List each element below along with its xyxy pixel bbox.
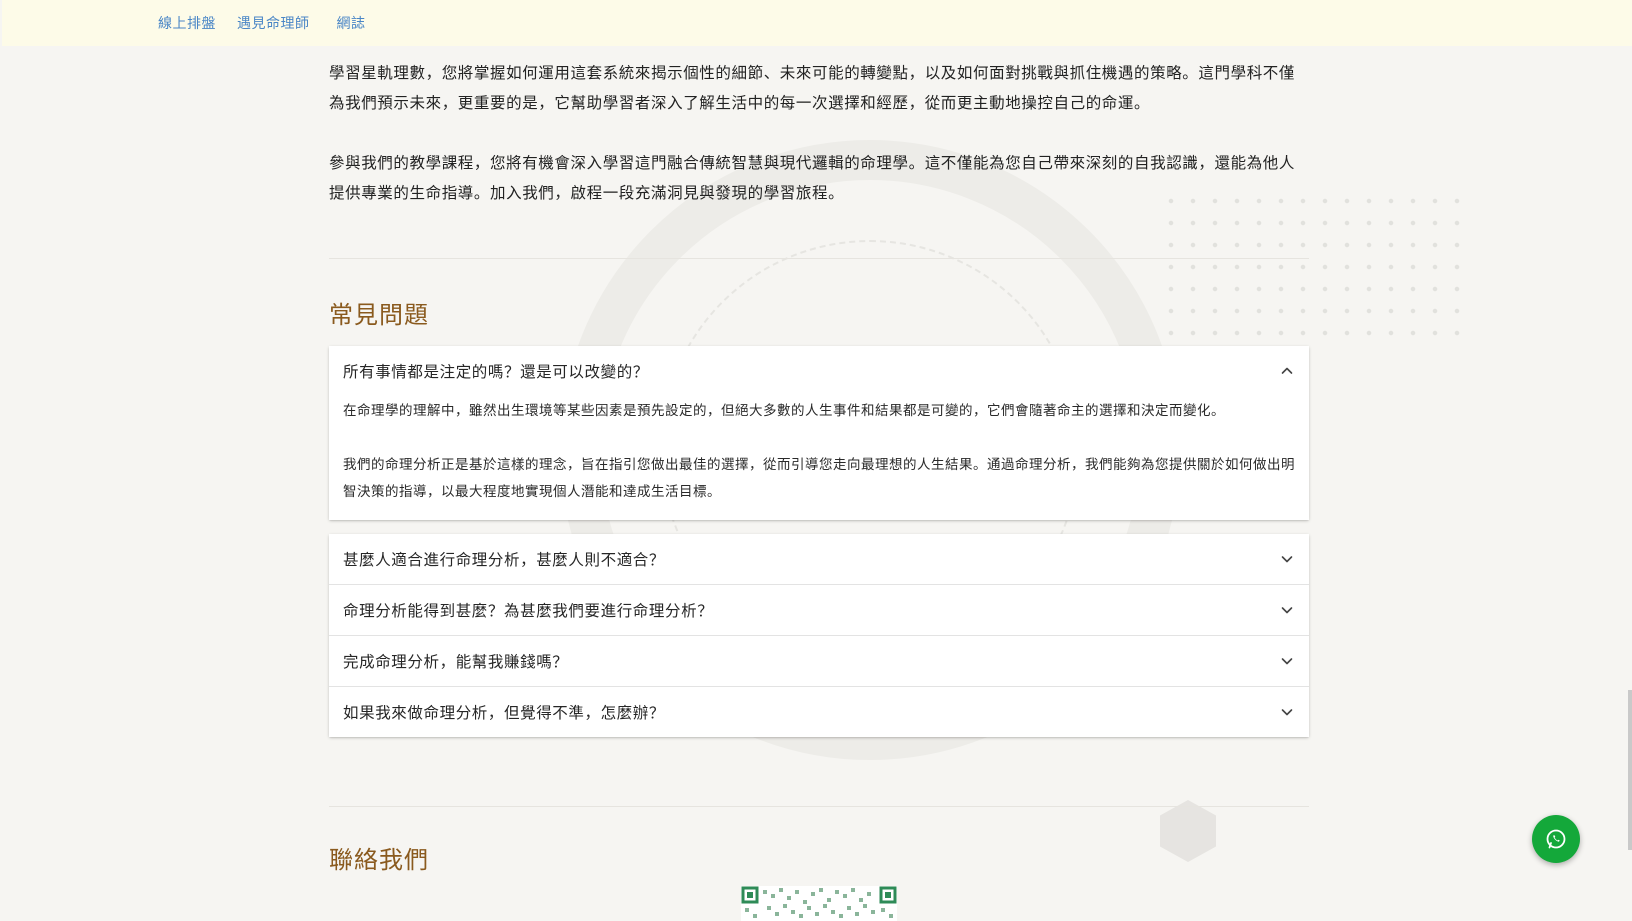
faq-question-1-header[interactable]: 所有事情都是注定的嗎？還是可以改變的？ bbox=[329, 346, 1309, 396]
qr-code-icon bbox=[741, 886, 897, 921]
faq-item-1: 所有事情都是注定的嗎？還是可以改變的？ 在命理學的理解中，雖然出生環境等某些因素… bbox=[329, 346, 1309, 520]
nav-link-meet-master[interactable]: 遇見命理師 bbox=[237, 13, 310, 33]
nav-link-online-chart[interactable]: 線上排盤 bbox=[158, 13, 216, 33]
faq-item-2: 甚麼人適合進行命理分析，甚麼人則不適合？ bbox=[329, 534, 1309, 585]
section-divider-2 bbox=[329, 806, 1309, 807]
chevron-down-icon bbox=[1281, 709, 1293, 716]
top-navigation: 線上排盤 遇見命理師 網誌 bbox=[2, 0, 1632, 46]
nav-link-blog[interactable]: 網誌 bbox=[337, 13, 366, 33]
faq-question-5-header[interactable]: 如果我來做命理分析，但覺得不準，怎麼辦？ bbox=[329, 687, 1309, 737]
intro-paragraph-1: 學習星軌理數，您將掌握如何運用這套系統來揭示個性的細節、未來可能的轉變點，以及如… bbox=[329, 64, 1296, 112]
background-hexagon-decoration bbox=[1160, 800, 1216, 862]
main-content: 學習星軌理數，您將掌握如何運用這套系統來揭示個性的細節、未來可能的轉變點，以及如… bbox=[329, 58, 1309, 737]
faq-question-3: 命理分析能得到甚麼？為甚麼我們要進行命理分析？ bbox=[343, 602, 714, 620]
chevron-down-icon bbox=[1281, 607, 1293, 614]
faq-question-2: 甚麼人適合進行命理分析，甚麼人則不適合？ bbox=[343, 551, 666, 569]
faq-answer-1-paragraph-1: 在命理學的理解中，雖然出生環境等某些因素是預先設定的，但絕大多數的人生事件和結果… bbox=[343, 403, 1225, 419]
chevron-down-icon bbox=[1281, 658, 1293, 665]
faq-title: 常見問題 bbox=[329, 301, 429, 329]
section-divider bbox=[329, 258, 1309, 259]
faq-item-3: 命理分析能得到甚麼？為甚麼我們要進行命理分析？ bbox=[329, 585, 1309, 636]
faq-question-2-header[interactable]: 甚麼人適合進行命理分析，甚麼人則不適合？ bbox=[329, 534, 1309, 584]
chevron-up-icon bbox=[1281, 367, 1293, 374]
chevron-down-icon bbox=[1281, 556, 1293, 563]
faq-question-5: 如果我來做命理分析，但覺得不準，怎麼辦？ bbox=[343, 704, 666, 722]
faq-question-4-header[interactable]: 完成命理分析，能幫我賺錢嗎？ bbox=[329, 636, 1309, 686]
faq-item-5: 如果我來做命理分析，但覺得不準，怎麼辦？ bbox=[329, 687, 1309, 737]
faq-question-4: 完成命理分析，能幫我賺錢嗎？ bbox=[343, 653, 569, 671]
faq-question-1: 所有事情都是注定的嗎？還是可以改變的？ bbox=[343, 363, 649, 381]
faq-list-collapsed: 甚麼人適合進行命理分析，甚麼人則不適合？ 命理分析能得到甚麼？為甚麼我們要進行命… bbox=[329, 534, 1309, 737]
whatsapp-button[interactable] bbox=[1532, 815, 1580, 863]
faq-question-3-header[interactable]: 命理分析能得到甚麼？為甚麼我們要進行命理分析？ bbox=[329, 585, 1309, 635]
faq-item-4: 完成命理分析，能幫我賺錢嗎？ bbox=[329, 636, 1309, 687]
contact-title: 聯絡我們 bbox=[329, 846, 429, 874]
scrollbar-thumb[interactable] bbox=[1628, 690, 1632, 850]
page: 線上排盤 遇見命理師 網誌 學習星軌理數，您將掌握如何運用這套系統來揭示個性的細… bbox=[0, 0, 1632, 921]
whatsapp-icon bbox=[1546, 829, 1566, 849]
intro-paragraph-2: 參與我們的教學課程，您將有機會深入學習這門融合傳統智慧與現代邏輯的命理學。這不僅… bbox=[329, 154, 1296, 202]
faq-answer-1: 在命理學的理解中，雖然出生環境等某些因素是預先設定的，但絕大多數的人生事件和結果… bbox=[329, 396, 1309, 520]
faq-card-expanded: 所有事情都是注定的嗎？還是可以改變的？ 在命理學的理解中，雖然出生環境等某些因素… bbox=[329, 346, 1309, 520]
faq-answer-1-paragraph-2: 我們的命理分析正是基於這樣的理念，旨在指引您做出最佳的選擇，從而引導您走向最理想… bbox=[343, 457, 1295, 500]
